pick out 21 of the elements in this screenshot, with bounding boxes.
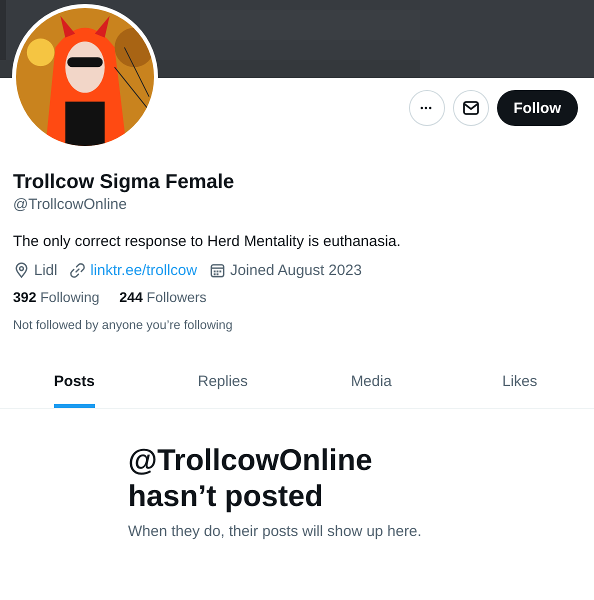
profile-handle: @TrollcowOnline: [13, 196, 128, 213]
more-button[interactable]: •••: [408, 90, 444, 126]
profile-name: Trollcow Sigma Female: [13, 170, 236, 194]
stat-link[interactable]: 244 Followers: [119, 289, 207, 305]
profile-tab[interactable]: Posts: [54, 357, 95, 408]
profile-bio: The only correct response to Herd Mentality is euthanasia.: [13, 233, 402, 250]
profile-tab[interactable]: Likes: [502, 357, 538, 408]
link-icon: [69, 262, 86, 279]
empty-state-subtitle: When they do, their posts will show up here.: [128, 523, 422, 540]
calendar-icon: [209, 262, 226, 279]
location-pin-icon: [13, 262, 30, 279]
followed-by-note: Not followed by anyone you’re following: [13, 318, 234, 332]
location-text: Lidl: [34, 262, 58, 279]
stat-link[interactable]: 392 Following: [13, 289, 100, 305]
joined-date: Joined August 2023: [230, 262, 362, 279]
profile-tab[interactable]: Replies: [198, 357, 248, 408]
follow-button[interactable]: Follow: [496, 90, 578, 126]
profile-tab[interactable]: Media: [350, 357, 392, 408]
envelope-icon: [462, 99, 480, 117]
message-button[interactable]: [452, 90, 488, 126]
empty-state-title: @TrollcowOnline hasn’t posted: [128, 443, 374, 515]
